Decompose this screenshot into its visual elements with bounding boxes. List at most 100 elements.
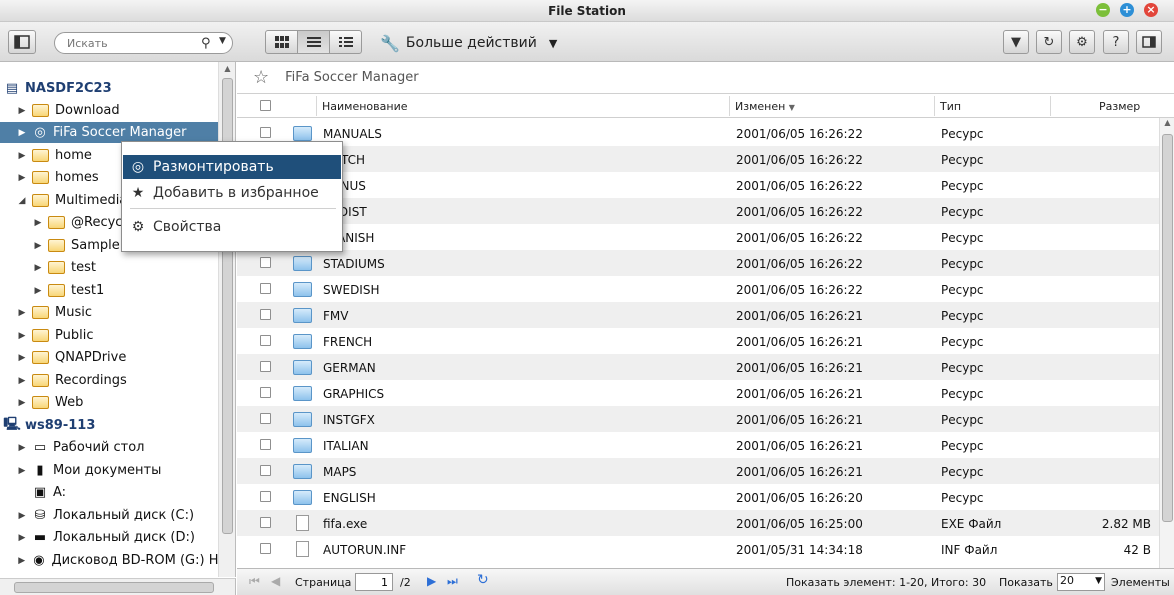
row-checkbox[interactable] [260,413,271,424]
search-icon[interactable]: ⚲ [201,36,211,51]
tree-item-recordings[interactable]: ▶ Recordings [0,370,218,391]
expand-arrow-icon[interactable]: ▶ [16,376,28,386]
column-type[interactable]: Тип [940,100,961,113]
row-checkbox[interactable] [260,283,271,294]
table-row[interactable]: fifa.exe 2001/06/05 16:25:00 EXE Файл 2.82 … [237,510,1159,536]
table-row[interactable]: STADIUMS 2001/06/05 16:26:22 Ресурс [237,250,1159,276]
tree-item-pc[interactable]: 🖳 ws89-113 [0,415,218,436]
scrollbar-thumb[interactable] [14,582,214,593]
tree-item-public[interactable]: ▶ Public [0,325,218,346]
close-icon[interactable]: × [1144,3,1158,17]
row-checkbox[interactable] [260,127,271,138]
filter-button[interactable]: ▼ [1003,30,1029,54]
previous-page-icon[interactable]: ◀ [271,574,280,588]
search-input[interactable] [67,36,197,50]
minimize-icon[interactable]: − [1096,3,1110,17]
tree-horizontal-scrollbar[interactable] [0,578,236,595]
info-panel-button[interactable] [1136,30,1162,54]
last-page-icon[interactable]: ⏭ [447,574,458,589]
tree-item-desktop[interactable]: ▶ ▭ Рабочий стол [0,437,218,458]
first-page-icon[interactable]: ⏮ [249,574,260,589]
select-all-checkbox[interactable] [260,100,271,111]
expand-arrow-icon[interactable]: ▶ [16,511,28,521]
tree-vertical-scrollbar[interactable]: ▲ [218,62,235,577]
expand-arrow-icon[interactable]: ▶ [16,308,28,318]
refresh-button[interactable]: ↻ [1036,30,1062,54]
table-row[interactable]: BONUS 2001/06/05 16:26:22 Ресурс [237,172,1159,198]
row-checkbox[interactable] [260,543,271,554]
tree-item-music[interactable]: ▶ Music [0,302,218,323]
table-row[interactable]: GRAPHICS 2001/06/05 16:26:21 Ресурс [237,380,1159,406]
expand-arrow-icon[interactable]: ▶ [16,173,28,183]
maximize-icon[interactable]: + [1120,3,1134,17]
favorite-star-icon[interactable]: ☆ [253,67,269,88]
expand-arrow-icon[interactable]: ▶ [16,353,28,363]
collapse-arrow-icon[interactable]: ◢ [16,196,28,206]
more-actions-button[interactable]: 🔧 Больше действий ▼ [380,32,557,54]
column-name[interactable]: Наименование [322,100,407,113]
expand-arrow-icon[interactable]: ▶ [32,263,44,273]
menu-item-unmount[interactable]: ◎ Размонтировать [123,155,341,179]
row-checkbox[interactable] [260,517,271,528]
table-row[interactable]: ENGLISH 2001/06/05 16:26:20 Ресурс [237,484,1159,510]
row-checkbox[interactable] [260,387,271,398]
help-button[interactable]: ? [1103,30,1129,54]
expand-arrow-icon[interactable]: ▶ [32,218,44,228]
row-checkbox[interactable] [260,257,271,268]
tree-item-fifa[interactable]: ▶ ◎ FiFa Soccer Manager [0,122,218,143]
row-checkbox[interactable] [260,465,271,476]
tree-item-download[interactable]: ▶ Download [0,100,218,121]
expand-arrow-icon[interactable]: ▶ [16,331,28,341]
scrollbar-thumb[interactable] [1162,134,1173,522]
tree-item-test[interactable]: ▶ test [0,257,218,278]
tree-item-drive-c[interactable]: ▶ ⛁ Локальный диск (C:) [0,505,218,526]
expand-arrow-icon[interactable]: ▶ [16,466,28,476]
table-row[interactable]: FMV 2001/06/05 16:26:21 Ресурс [237,302,1159,328]
table-row[interactable]: DUTCH 2001/06/05 16:26:22 Ресурс [237,146,1159,172]
file-list-scrollbar[interactable]: ▲ [1159,118,1174,568]
table-row[interactable]: FRENCH 2001/06/05 16:26:21 Ресурс [237,328,1159,354]
table-row[interactable]: GERMAN 2001/06/05 16:26:21 Ресурс [237,354,1159,380]
table-row[interactable]: AUTORUN.INF 2001/05/31 14:34:18 INF Файл 42… [237,536,1159,562]
expand-arrow-icon[interactable]: ▶ [16,106,28,116]
menu-item-properties[interactable]: ⚙ Свойства [123,215,341,239]
row-checkbox[interactable] [260,361,271,372]
scroll-up-icon[interactable]: ▲ [219,62,235,76]
tree-item-floppy[interactable]: ▣ A: [0,482,218,503]
expand-arrow-icon[interactable]: ▶ [32,241,44,251]
tree-item-qnapdrive[interactable]: ▶ QNAPDrive [0,347,218,368]
tree-item-drive-g[interactable]: ▶ ◉ Дисковод BD-ROM (G:) Ho [0,550,218,571]
search-box[interactable]: ⚲ ▼ [54,32,233,54]
expand-arrow-icon[interactable]: ▶ [16,128,28,138]
tree-item-test1[interactable]: ▶ test1 [0,280,218,301]
table-row[interactable]: ITALIAN 2001/06/05 16:26:21 Ресурс [237,432,1159,458]
scroll-up-icon[interactable]: ▲ [1160,118,1174,127]
thumbnail-view-button[interactable] [265,30,298,54]
expand-arrow-icon[interactable]: ▶ [16,533,28,543]
table-row[interactable]: SPANISH 2001/06/05 16:26:22 Ресурс [237,224,1159,250]
row-checkbox[interactable] [260,309,271,320]
detail-view-button[interactable] [329,30,362,54]
expand-arrow-icon[interactable]: ▶ [16,151,28,161]
row-checkbox[interactable] [260,335,271,346]
tree-item-drive-d[interactable]: ▶ ▬ Локальный диск (D:) [0,527,218,548]
table-row[interactable]: INSTGFX 2001/06/05 16:26:21 Ресурс [237,406,1159,432]
expand-arrow-icon[interactable]: ▶ [32,286,44,296]
column-modified[interactable]: Изменен ▼ [735,100,795,113]
list-view-button[interactable] [297,30,330,54]
expand-arrow-icon[interactable]: ▶ [16,443,28,453]
refresh-icon[interactable]: ↻ [477,572,489,588]
tree-item-my-documents[interactable]: ▶ ▮ Мои документы [0,460,218,481]
column-size[interactable]: Размер [1099,100,1140,113]
expand-arrow-icon[interactable]: ▶ [16,556,27,566]
page-number-input[interactable] [355,573,393,591]
row-checkbox[interactable] [260,439,271,450]
table-row[interactable]: MANUALS 2001/06/05 16:26:22 Ресурс [237,120,1159,146]
sidebar-toggle-button[interactable] [8,30,36,54]
chevron-down-icon[interactable]: ▼ [219,36,226,46]
menu-item-add-favorite[interactable]: ★ Добавить в избранное [123,181,341,205]
tree-item-nas[interactable]: ▤ NASDF2C23 [0,78,218,99]
next-page-icon[interactable]: ▶ [427,574,436,588]
table-row[interactable]: MAPS 2001/06/05 16:26:21 Ресурс [237,458,1159,484]
tree-item-web[interactable]: ▶ Web [0,392,218,413]
